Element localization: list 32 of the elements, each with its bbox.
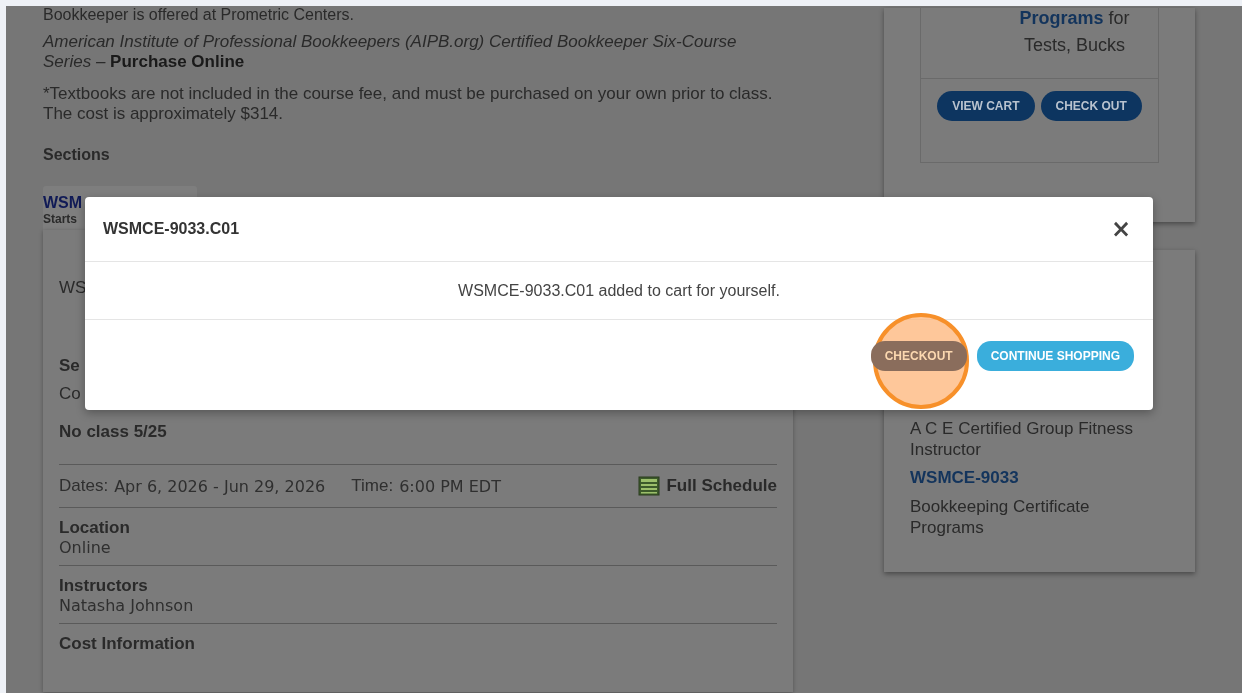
cart-button[interactable]: CHECK OUT <box>1040 91 1142 121</box>
calendar-icon[interactable] <box>638 476 661 496</box>
programs-link[interactable]: Programs <box>1019 8 1104 28</box>
schedule-note: No class 5/25 <box>59 422 777 465</box>
full-schedule-link[interactable]: Full Schedule <box>666 476 777 496</box>
detail-label: Location <box>59 518 131 538</box>
textbook-note: *Textbooks are not included in the course fee, and must be purchased on your own prior to class. The cost is approximately $314. <box>43 84 773 124</box>
detail-label: Instructors <box>59 576 149 596</box>
checkout-button[interactable]: CHECKOUT <box>870 341 967 371</box>
sections-heading: Sections <box>43 146 111 164</box>
course-code-link[interactable]: WSMCE-9033 <box>910 468 1019 488</box>
purchase-link[interactable]: Purchase Online <box>110 52 245 71</box>
series-text: American Institute of Professional Bookkeepers (AIPB.org) Certified Bookkeeper Six-Course Series – Purchase Online <box>43 32 738 72</box>
time-label: Time: <box>351 476 394 496</box>
detail-label: Cost Information <box>59 634 196 654</box>
intro-text: Bookkeeper is offered at Prometric Centers. <box>43 6 355 24</box>
detail-value: Natasha Johnson <box>59 596 195 615</box>
dialog-title: WSMCE-9033.C01 <box>103 220 240 238</box>
course-title: Bookkeeping Certificate Programs <box>910 496 1091 538</box>
cart-button[interactable]: VIEW CART <box>937 91 1035 121</box>
section-label: Se <box>59 356 80 376</box>
dates-label: Dates: <box>59 476 109 496</box>
dates-value: Apr 6, 2026 - Jun 29, 2026 <box>114 476 326 496</box>
section-text: Co <box>59 384 81 404</box>
detail-value: Online <box>59 538 112 557</box>
programs-text: for <box>1108 8 1130 28</box>
course-title: A C E Certified Group Fitness Instructor <box>910 418 1134 460</box>
section-code: WS <box>59 278 87 298</box>
continue-shopping-button[interactable]: CONTINUE SHOPPING <box>976 341 1134 371</box>
tests-text: Tests, Bucks <box>921 35 1158 79</box>
close-button[interactable]: × <box>1106 215 1135 243</box>
time-value: 6:00 PM EDT <box>399 476 501 496</box>
